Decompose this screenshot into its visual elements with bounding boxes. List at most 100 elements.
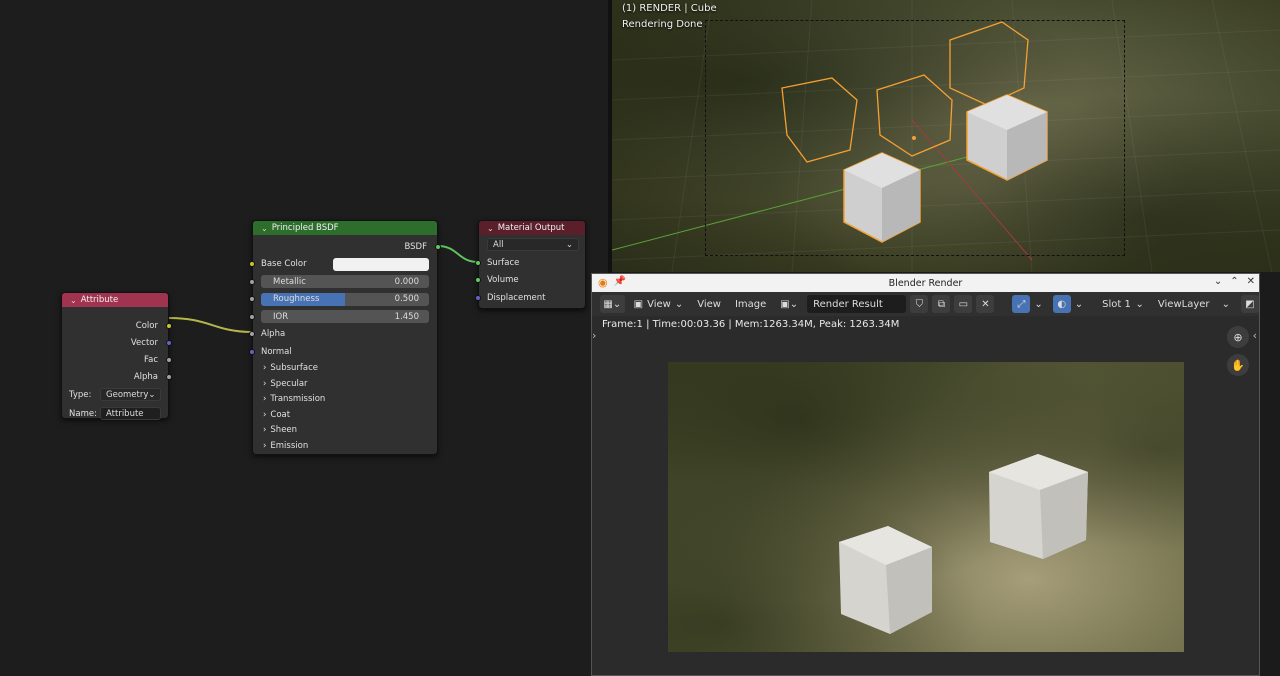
- type-row: Type: Geometry ⌄: [62, 385, 168, 404]
- socket-ior-in[interactable]: [249, 313, 255, 320]
- pan-hand-icon[interactable]: ✋: [1227, 354, 1249, 376]
- window-titlebar[interactable]: ◉ 📌 Blender Render ⌄ ⌃ ✕: [592, 274, 1259, 292]
- zoom-icon[interactable]: ⊕: [1227, 326, 1249, 348]
- unlink-close-icon[interactable]: ✕: [976, 295, 995, 313]
- socket-alpha-out[interactable]: [166, 373, 172, 380]
- collapse-chevron-icon[interactable]: ⌄: [487, 224, 494, 233]
- fake-user-shield-icon[interactable]: ⛉: [910, 295, 929, 313]
- chevron-right-icon: ›: [263, 425, 267, 436]
- name-row: Name: Attribute: [62, 404, 168, 423]
- input-ior: IOR 1.450: [249, 308, 437, 326]
- render-window[interactable]: ◉ 📌 Blender Render ⌄ ⌃ ✕ ▦⌄ ▣ View ⌄ Vie…: [591, 273, 1260, 676]
- link-bsdf-to-surface: [437, 245, 479, 263]
- chevron-down-icon: ⌄: [1135, 298, 1144, 310]
- 3d-viewport[interactable]: (1) RENDER | Cube Rendering Done: [612, 0, 1280, 272]
- collapse-chevron-icon[interactable]: ⌄: [261, 224, 268, 233]
- material-output-node[interactable]: ⌄ Material Output All ⌄ Surface Volume Di…: [475, 220, 586, 309]
- image-canvas[interactable]: › ‹ ⊕ ✋: [592, 326, 1259, 675]
- panel-specular[interactable]: › Specular: [253, 376, 437, 392]
- display-channels-icon[interactable]: ◩: [1241, 295, 1259, 313]
- socket-volume-in[interactable]: [475, 277, 481, 284]
- chevron-right-icon: ›: [263, 378, 267, 389]
- socket-bsdf-out[interactable]: [435, 243, 441, 250]
- type-dropdown[interactable]: Geometry ⌄: [100, 388, 161, 401]
- image-name-field[interactable]: Render Result: [807, 295, 907, 313]
- input-base-color: Base Color: [249, 256, 437, 274]
- ior-slider[interactable]: IOR 1.450: [261, 310, 429, 324]
- duplicate-image-icon[interactable]: ⧉: [932, 295, 951, 313]
- maximize-icon[interactable]: ⌃: [1230, 276, 1238, 287]
- close-icon[interactable]: ✕: [1247, 276, 1255, 287]
- target-dropdown[interactable]: All ⌄: [487, 238, 579, 251]
- viewport-object-label: (1) RENDER | Cube: [622, 3, 717, 14]
- name-field[interactable]: Attribute: [100, 407, 161, 420]
- roughness-slider[interactable]: Roughness 0.500: [261, 292, 429, 306]
- link-color-to-alpha: [168, 317, 253, 333]
- editor-type-icon[interactable]: ▦⌄: [600, 295, 625, 313]
- input-volume: Volume: [475, 272, 585, 290]
- region-toggle-chevron-icon[interactable]: ‹: [1253, 329, 1257, 342]
- input-alpha: Alpha: [249, 326, 437, 344]
- render-cube-front: [839, 526, 932, 634]
- output-alpha: Alpha: [62, 368, 172, 385]
- socket-displacement-in[interactable]: [475, 294, 481, 301]
- socket-fac-out[interactable]: [166, 356, 172, 363]
- input-normal: Normal: [249, 343, 437, 361]
- base-color-swatch[interactable]: [333, 257, 429, 271]
- socket-metallic-in[interactable]: [249, 278, 255, 285]
- output-fac: Fac: [62, 351, 172, 368]
- socket-surface-in[interactable]: [475, 259, 481, 266]
- output-bsdf: BSDF: [253, 238, 441, 256]
- chevron-down-icon[interactable]: ⌄: [1075, 299, 1083, 310]
- socket-roughness-in[interactable]: [249, 296, 255, 303]
- rendered-image: [668, 362, 1184, 652]
- sidebar-toggle-chevron-icon[interactable]: ›: [592, 329, 596, 342]
- chevron-down-icon: ⌄: [148, 389, 156, 400]
- menu-image[interactable]: Image: [730, 295, 771, 313]
- menu-view[interactable]: View: [692, 295, 726, 313]
- slot-dropdown[interactable]: Slot 1 ⌄: [1097, 295, 1149, 313]
- chevron-right-icon: ›: [263, 409, 267, 420]
- chevron-down-icon: ⌄: [1221, 298, 1230, 310]
- input-surface: Surface: [475, 254, 585, 272]
- camera-frame: [705, 20, 1125, 256]
- window-title: Blender Render: [888, 277, 963, 289]
- collapse-chevron-icon[interactable]: ⌄: [70, 296, 77, 305]
- attribute-node-header[interactable]: ⌄ Attribute: [62, 293, 168, 307]
- output-color: Color: [62, 317, 172, 334]
- browse-image-button[interactable]: ▣⌄: [775, 295, 803, 313]
- attribute-node-title: Attribute: [80, 295, 119, 305]
- open-folder-icon[interactable]: ▭: [954, 295, 973, 313]
- metallic-slider[interactable]: Metallic 0.000: [261, 275, 429, 289]
- output-vector: Vector: [62, 334, 172, 351]
- minimize-icon[interactable]: ⌄: [1214, 276, 1222, 287]
- render-cube-back: [989, 454, 1088, 559]
- socket-alpha-in[interactable]: [249, 331, 255, 338]
- panel-subsurface[interactable]: › Subsurface: [253, 361, 437, 377]
- input-roughness: Roughness 0.500: [249, 291, 437, 309]
- socket-base-color-in[interactable]: [249, 261, 255, 268]
- panel-coat[interactable]: › Coat: [253, 407, 437, 423]
- output-node-header[interactable]: ⌄ Material Output: [479, 221, 585, 235]
- panel-transmission[interactable]: › Transmission: [253, 392, 437, 408]
- input-displacement: Displacement: [475, 289, 585, 307]
- socket-normal-in[interactable]: [249, 348, 255, 355]
- principled-bsdf-node[interactable]: ⌄ Principled BSDF BSDF Base Color Metall…: [249, 220, 441, 455]
- bsdf-node-header[interactable]: ⌄ Principled BSDF: [253, 221, 437, 235]
- blender-logo-icon: ◉: [598, 276, 608, 289]
- bsdf-node-title: Principled BSDF: [271, 223, 339, 233]
- socket-color-out[interactable]: [166, 322, 172, 329]
- socket-vector-out[interactable]: [166, 339, 172, 346]
- attribute-node[interactable]: ⌄ Attribute Color Vector Fac Alpha Type:…: [61, 292, 172, 420]
- sample-tool-icon[interactable]: ⤢: [1012, 295, 1031, 313]
- panel-sheen[interactable]: › Sheen: [253, 423, 437, 439]
- image-icon: ▣: [633, 298, 644, 310]
- overlay-toggle-icon[interactable]: ◐: [1052, 295, 1071, 313]
- pin-icon[interactable]: 📌: [614, 276, 626, 289]
- view-mode-dropdown[interactable]: ▣ View ⌄: [629, 295, 689, 313]
- chevron-right-icon: ›: [263, 440, 267, 451]
- panel-emission[interactable]: › Emission: [253, 438, 437, 454]
- node-editor[interactable]: ⌄ Attribute Color Vector Fac Alpha Type:…: [0, 0, 608, 676]
- chevron-down-icon[interactable]: ⌄: [1034, 299, 1042, 310]
- view-layer-dropdown[interactable]: ViewLayer ⌄: [1153, 295, 1235, 313]
